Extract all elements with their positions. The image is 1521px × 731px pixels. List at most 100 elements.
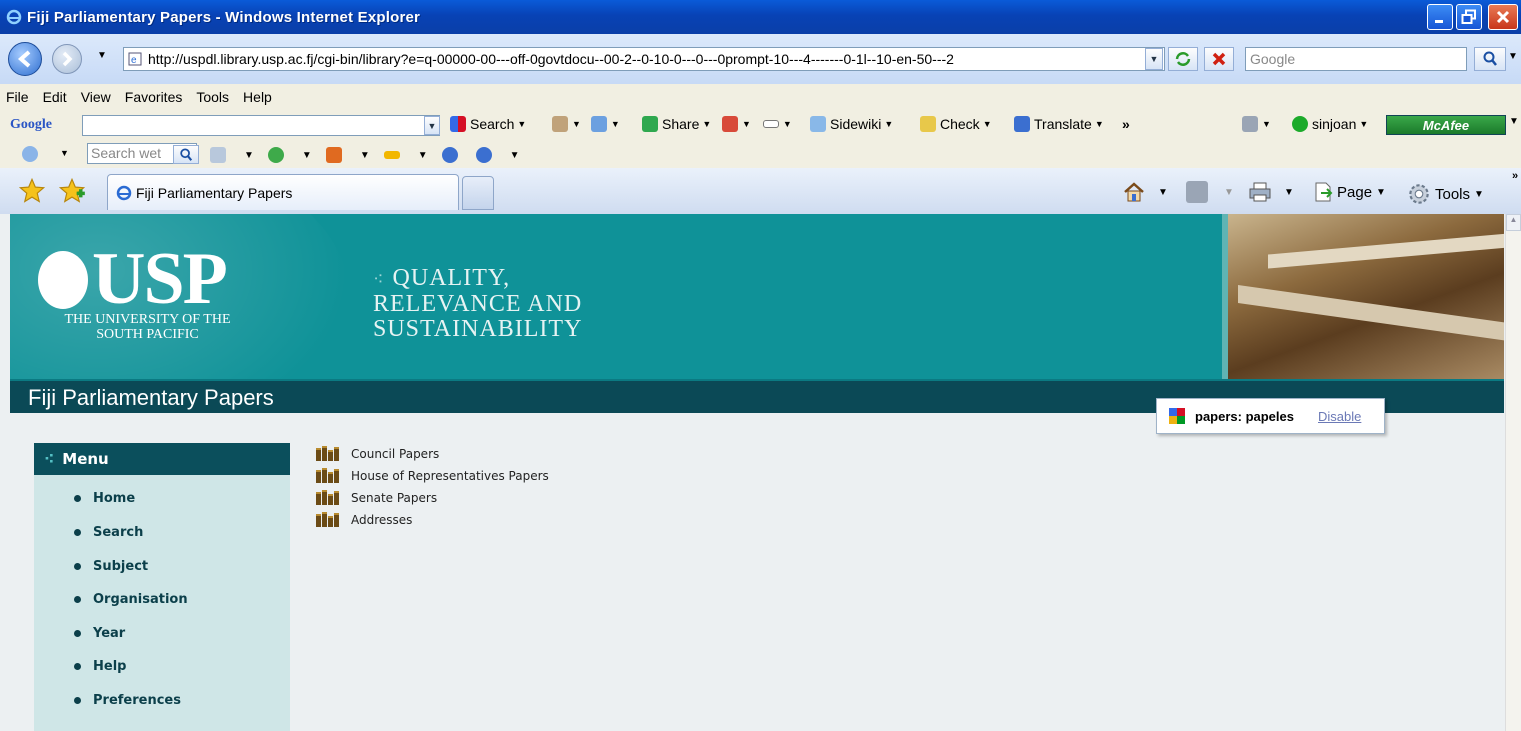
menu-heading-label: Menu — [62, 450, 109, 468]
menu-bar: File Edit View Favorites Tools Help — [0, 84, 1521, 110]
mcafee-dropdown-icon[interactable]: ▼ — [1509, 116, 1519, 127]
google-toolbar: Google ▼ Search ▼ ▼ ▼ Share ▼ ▼ ▼ Sidewi… — [0, 110, 1521, 140]
popup-blocker-button[interactable]: ▼ ▼ — [722, 116, 792, 132]
spell-check-icon — [920, 116, 936, 132]
add-button-icon — [590, 116, 607, 132]
back-button[interactable] — [8, 42, 42, 76]
tab-fiji-parliamentary-papers[interactable]: Fiji Parliamentary Papers — [107, 174, 459, 210]
sidebar-item-preferences[interactable]: Preferences — [74, 693, 181, 708]
address-bar[interactable]: e http://uspdl.library.usp.ac.fj/cgi-bin… — [123, 47, 1165, 71]
disable-translate-link[interactable]: Disable — [1318, 409, 1361, 424]
sidebar-item-label: Help — [93, 659, 127, 674]
sidewiki-label: Sidewiki — [830, 116, 882, 132]
addon-search-button[interactable] — [173, 145, 199, 164]
address-dropdown-button[interactable]: ▼ — [1145, 48, 1163, 70]
sidebar-item-help[interactable]: Help — [74, 659, 126, 674]
usp-logo[interactable]: USP — [38, 242, 228, 316]
globe-icon — [441, 147, 458, 163]
tagline-line3: SUSTAINABILITY — [373, 316, 583, 342]
collection-link-house-of-representatives-papers[interactable]: House of Representatives Papers — [316, 468, 549, 483]
bullet-icon — [74, 529, 81, 536]
google-translate-icon — [1169, 408, 1185, 424]
collection-label: House of Representatives Papers — [351, 468, 549, 483]
sidebar-item-label: Organisation — [93, 592, 188, 607]
google-account-button[interactable]: sinjoan ▼ — [1292, 116, 1368, 132]
menu-favorites[interactable]: Favorites — [125, 89, 183, 105]
new-tab-button[interactable] — [462, 176, 494, 210]
mcafee-button[interactable]: McAfee — [1386, 115, 1506, 135]
sidebar-item-label: Year — [93, 626, 126, 641]
menu-tools[interactable]: Tools — [196, 89, 229, 105]
bookshelf-icon — [316, 468, 342, 483]
sidebar-item-subject[interactable]: Subject — [74, 559, 148, 574]
sidebar-item-year[interactable]: Year — [74, 626, 125, 641]
plus-circle-icon — [267, 147, 284, 163]
google-search-label: Search — [470, 116, 515, 132]
address-url: http://uspdl.library.usp.ac.fj/cgi-bin/l… — [148, 51, 954, 67]
usp-shell-emblem-icon — [38, 251, 88, 309]
sidebar-item-home[interactable]: Home — [74, 491, 135, 506]
forward-arrow-icon — [62, 51, 73, 67]
sidebar-item-organisation[interactable]: Organisation — [74, 592, 188, 607]
maximize-button[interactable] — [1456, 4, 1482, 30]
pagerank-icon — [552, 116, 568, 132]
collection-link-addresses[interactable]: Addresses — [316, 512, 412, 527]
home-button[interactable]: ▼ — [1122, 181, 1168, 203]
usp-banner: USP THE UNIVERSITY OF THE SOUTH PACIFIC … — [10, 214, 1504, 379]
addon-dropdown-icon[interactable]: ▼ — [60, 148, 69, 158]
sidebar-item-search[interactable]: Search — [74, 525, 143, 540]
menu-edit[interactable]: Edit — [43, 89, 67, 105]
favorites-star-icon[interactable] — [18, 177, 46, 205]
commandbar-more-button[interactable]: » — [1512, 170, 1518, 182]
addon-buttons[interactable]: ▼ ▼ ▼ ▼ ▼ — [210, 147, 520, 163]
mcafee-label: McAfee — [1422, 117, 1470, 133]
refresh-button[interactable] — [1168, 47, 1198, 71]
close-button[interactable] — [1488, 4, 1518, 30]
menu-view[interactable]: View — [81, 89, 111, 105]
translate-button[interactable]: Translate ▼ — [1014, 116, 1104, 132]
university-name-line1: THE UNIVERSITY OF THE — [64, 312, 231, 327]
tab-label: Fiji Parliamentary Papers — [136, 184, 293, 201]
bullet-icon — [74, 663, 81, 670]
tools-menu-button[interactable]: Tools ▼ — [1406, 181, 1484, 207]
sidewiki-button[interactable]: Sidewiki ▼ — [810, 116, 893, 132]
collection-link-council-papers[interactable]: Council Papers — [316, 446, 439, 461]
web-search-input[interactable]: Google — [1245, 47, 1467, 71]
history-dropdown-icon[interactable]: ▼ — [97, 50, 107, 61]
google-search-button[interactable]: Search ▼ — [450, 116, 526, 132]
banner-tagline: ⁖ QUALITY, RELEVANCE AND SUSTAINABILITY — [373, 266, 582, 342]
scroll-up-button[interactable]: ▲ — [1506, 214, 1521, 231]
share-button[interactable]: Share ▼ — [642, 116, 711, 132]
search-options-dropdown-icon[interactable]: ▼ — [1508, 51, 1518, 62]
search-go-button[interactable] — [1474, 47, 1506, 71]
menu-help[interactable]: Help — [243, 89, 272, 105]
google-settings-button[interactable]: ▼ — [1242, 116, 1271, 132]
forward-button[interactable] — [52, 44, 82, 74]
toolbar-more-button[interactable]: » — [1122, 116, 1130, 132]
print-button[interactable]: ▼ — [1248, 181, 1294, 203]
photo-beam — [1268, 233, 1504, 269]
collection-link-senate-papers[interactable]: Senate Papers — [316, 490, 437, 505]
translate-hover-popup: papers: papeles Disable — [1156, 398, 1385, 434]
menu-file[interactable]: File — [6, 89, 29, 105]
window-title: Fiji Parliamentary Papers - Windows Inte… — [27, 8, 421, 26]
stop-button[interactable] — [1204, 47, 1234, 71]
page-menu-button[interactable]: Page ▼ — [1312, 181, 1386, 203]
sidebar-item-label: Search — [93, 525, 144, 540]
google-tools-icons[interactable]: ▼ ▼ — [552, 116, 620, 132]
bullet-icon — [74, 495, 81, 502]
spell-check-button[interactable]: Check ▼ — [920, 116, 992, 132]
google-search-input[interactable] — [82, 115, 440, 136]
minimize-button[interactable] — [1427, 4, 1453, 30]
popup-blocker-icon — [722, 116, 738, 132]
page-icon: e — [128, 52, 142, 66]
feeds-button[interactable]: ▼ — [1186, 181, 1234, 203]
printer-icon — [1249, 182, 1271, 202]
vertical-scrollbar[interactable]: ▲ — [1505, 214, 1521, 731]
translate-label: Translate — [1034, 116, 1092, 132]
google-logo: Google — [10, 117, 52, 132]
add-favorite-icon[interactable] — [58, 177, 86, 205]
rss-feed-icon — [1186, 181, 1208, 203]
close-icon — [1496, 10, 1510, 24]
google-search-dropdown[interactable]: ▼ — [424, 116, 440, 135]
